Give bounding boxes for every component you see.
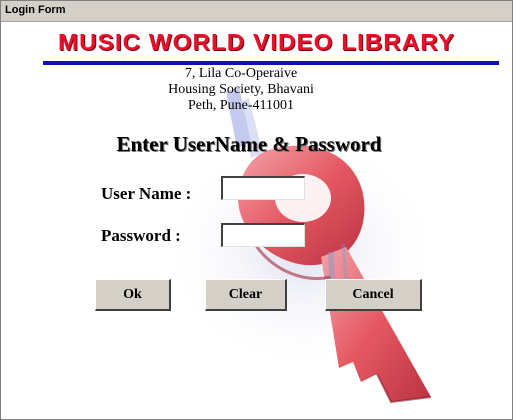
ok-button[interactable]: Ok <box>95 279 171 311</box>
login-panel: MUSIC WORLD VIDEO LIBRARY 7, Lila Co-Ope… <box>1 22 512 419</box>
username-field[interactable] <box>221 176 305 200</box>
username-label: User Name : <box>101 184 192 203</box>
address-block: 7, Lila Co-Operaive Housing Society, Bha… <box>141 66 341 114</box>
password-field[interactable] <box>221 223 305 247</box>
login-window: Login Form MUSIC WORLD VIDEO LIBRARY 7, … <box>0 0 513 420</box>
header-divider <box>43 61 499 65</box>
address-line: 7, Lila Co-Operaive <box>184 66 298 81</box>
window-title: Login Form <box>5 4 66 16</box>
title-bar[interactable]: Login Form <box>1 1 512 22</box>
cancel-button[interactable]: Cancel <box>325 279 422 311</box>
address-line: Housing Society, Bhavani <box>168 82 314 97</box>
address-line: Peth, Pune-411001 <box>187 98 295 113</box>
form-heading: Enter UserName & Password <box>116 132 382 156</box>
clear-button[interactable]: Clear <box>205 279 287 311</box>
password-label: Password : <box>101 226 181 245</box>
brand-title: MUSIC WORLD VIDEO LIBRARY <box>58 29 455 55</box>
